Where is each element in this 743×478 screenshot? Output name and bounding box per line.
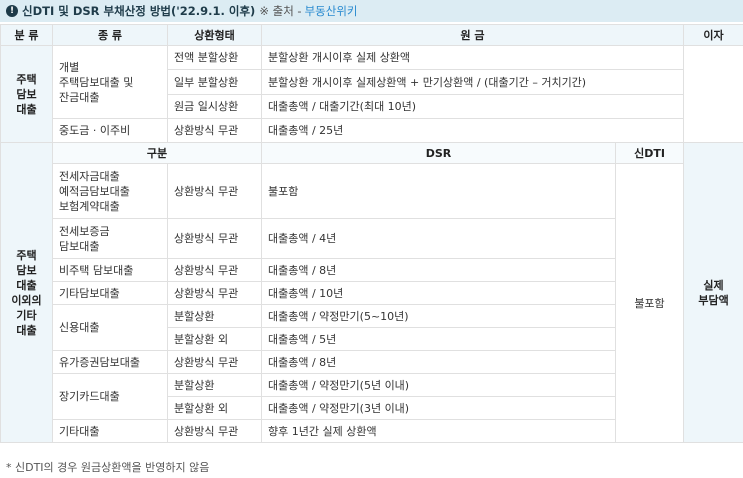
principal-cell: 대출총액 / 대출기간(최대 10년) [260,94,685,119]
repay-cell: 분할상환 [167,304,262,328]
dsr-cell: 대출총액 / 10년 [261,281,616,305]
dsr-cell: 대출총액 / 8년 [261,350,616,374]
principal-cell: 대출총액 / 25년 [260,118,685,143]
kind-cell: 전세보증금 담보대출 [52,218,168,259]
kind-cell: 기타대출 [52,419,168,443]
header-category: 분 류 [0,24,53,46]
source-link[interactable]: 부동산위키 [305,3,358,19]
dsr-cell: 향후 1년간 실제 상환액 [261,419,616,443]
info-icon: ! [6,5,18,17]
dti-value-cell: 불포함 [614,163,685,443]
kind-cell: 유가증권담보대출 [52,350,168,374]
kind-cell: 비주택 담보대출 [52,258,168,282]
kind-cell: 기타담보대출 [52,281,168,305]
repay-cell: 분할상환 외 [167,327,262,351]
kind-cell: 전세자금대출 예적금담보대출 보험계약대출 [52,163,168,219]
repay-cell: 상환방식 무관 [167,258,262,282]
dsr-cell: 대출총액 / 4년 [261,218,616,259]
footnote: * 신DTI의 경우 원금상환액을 반영하지 않음 [6,461,210,474]
subheader-dti: 신DTI [614,142,685,164]
dsr-cell: 대출총액 / 8년 [261,258,616,282]
debt-calculation-table: 분 류 종 류 상환형태 원 금 이자 주택 담보 대출 개별 주택담보대출 및… [0,24,743,443]
header-principal: 원 금 [260,24,685,46]
dsr-cell: 대출총액 / 약정만기(3년 이내) [261,396,616,420]
table-caption: ! 신DTI 및 DSR 부채산정 방법('22.9.1. 이후) ※ 출처 -… [0,0,743,22]
dsr-cell: 대출총액 / 약정만기(5~10년) [261,304,616,328]
header-kind: 종 류 [52,24,168,46]
repay-cell: 원금 일시상환 [167,94,262,119]
category-mortgage: 주택 담보 대출 [0,45,53,143]
repay-cell: 일부 분할상환 [167,69,262,95]
principal-cell: 분할상환 개시이후 실제상환액 + 만기상환액 / (대출기간 – 거치기간) [260,69,685,95]
subheader-dsr: DSR [261,142,616,164]
principal-cell: 분할상환 개시이후 실제 상환액 [260,45,685,70]
repay-cell: 상환방식 무관 [167,218,262,259]
kind-individual-mortgage: 개별 주택담보대출 및 잔금대출 [52,45,168,119]
header-repayment: 상환형태 [167,24,262,46]
kind-cell: 신용대출 [52,304,168,351]
kind-cell: 장기카드대출 [52,373,168,420]
interest-mortgage-cell [683,45,743,143]
caption-title: 신DTI 및 DSR 부채산정 방법('22.9.1. 이후) [22,4,256,18]
repay-cell: 분할상환 [167,373,262,397]
dsr-cell: 대출총액 / 5년 [261,327,616,351]
repay-cell: 상환방식 무관 [167,281,262,305]
header-interest: 이자 [683,24,743,46]
interest-actual-burden: 실제 부담액 [683,142,743,443]
kind-cell: 중도금 · 이주비 [52,118,168,143]
subheader-gubun: 구분 [52,142,262,164]
repay-cell: 분할상환 외 [167,396,262,420]
dsr-cell: 대출총액 / 약정만기(5년 이내) [261,373,616,397]
repay-cell: 상환방식 무관 [167,419,262,443]
caption-source-prefix: ※ 출처 - [259,4,302,18]
repay-cell: 상환방식 무관 [167,118,262,143]
repay-cell: 상환방식 무관 [167,350,262,374]
category-other-loans: 주택 담보 대출 이외의 기타 대출 [0,142,53,443]
repay-cell: 상환방식 무관 [167,163,262,219]
dsr-cell: 불포함 [261,163,616,219]
repay-cell: 전액 분할상환 [167,45,262,70]
